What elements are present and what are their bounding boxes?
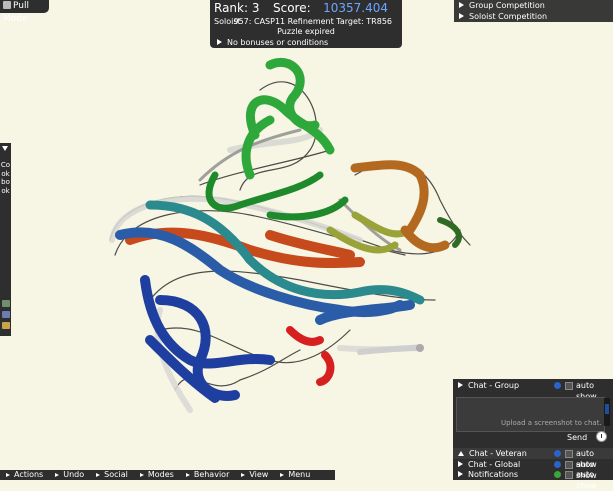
collapse-arrow-icon[interactable] [2,146,8,151]
auto-show-checkbox[interactable] [565,382,573,390]
chat-scrollbar[interactable] [604,398,610,426]
score-value: 10357.404 [323,1,388,15]
expand-arrow-icon [217,39,222,45]
chat-panel: Chat - Group auto show Upload a screensh… [453,379,613,490]
menu-undo[interactable]: Undo [55,470,84,480]
menu-undo-label: Undo [63,470,85,479]
send-button[interactable]: Send [567,433,587,442]
soloist-competition-label: Soloist Competition [469,12,548,21]
notification-icon[interactable] [554,471,561,478]
chat-group-label: Chat - Group [468,381,520,390]
soloist-competition-item[interactable]: Soloist Competition [454,11,613,22]
menu-actions-label: Actions [14,470,44,479]
competition-panel: Group Competition Soloist Competition [454,0,613,22]
upload-screenshot-hint[interactable]: Upload a screenshot to chat. [501,419,602,427]
auto-show-checkbox[interactable] [565,450,573,458]
expand-arrow-icon [458,471,463,477]
recipe-icon[interactable] [2,322,10,329]
expand-arrow-icon [185,473,190,477]
expand-arrow-icon [458,382,463,388]
chat-veteran-label: Chat - Veteran [469,449,527,458]
menu-view-label: View [249,470,269,479]
score-panel: Rank: 3 Score: 10357.404 Soloist 957: CA… [210,0,402,48]
expand-arrow-icon [459,13,464,19]
puzzle-status: Puzzle expired [277,27,335,36]
menu-menu-label: Menu [288,470,311,479]
expand-arrow-icon [55,473,60,477]
menu-social[interactable]: Social [96,470,128,480]
bonus-toggle[interactable]: No bonuses or conditions [217,38,328,47]
expand-arrow-icon [280,473,285,477]
chat-veteran-tab[interactable]: Chat - Veteran auto show [453,448,613,469]
cookbook-label: Cookbook [0,161,11,195]
menu-menu[interactable]: Menu [280,470,310,480]
auto-show-checkbox[interactable] [565,471,573,479]
pull-mode-icon [3,1,11,9]
info-icon[interactable] [554,382,561,389]
rank-label: Rank: 3 [214,1,260,15]
scrollbar-thumb[interactable] [605,404,609,414]
expand-arrow-icon [459,2,464,8]
auto-show-checkbox[interactable] [565,461,573,469]
expand-arrow-icon [241,473,246,477]
expand-arrow-icon [139,473,144,477]
auto-show-label: auto show [576,470,597,490]
expand-arrow-icon [96,473,101,477]
notifications-tab[interactable]: Notifications auto show [453,469,613,490]
bonus-label: No bonuses or conditions [227,38,329,47]
menu-behavior-label: Behavior [193,470,230,479]
menu-view[interactable]: View [241,470,268,480]
menu-actions[interactable]: Actions [6,470,43,480]
pull-mode-button[interactable]: Pull Mode [0,0,49,24]
cookbook-panel[interactable]: Cookbook [0,143,11,336]
group-competition-item[interactable]: Group Competition [454,0,613,11]
clock-icon[interactable] [596,431,607,442]
group-competition-label: Group Competition [469,1,545,10]
info-icon[interactable] [554,450,561,457]
expand-arrow-icon [458,461,463,467]
menu-modes-label: Modes [147,470,174,479]
expand-arrow-icon [6,473,10,477]
recipe-icon[interactable] [2,311,10,318]
chat-global-label: Chat - Global [468,460,521,469]
score-label: Score: [273,1,311,15]
info-icon[interactable] [554,461,561,468]
chat-group-tab[interactable]: Chat - Group auto show [453,380,613,401]
collapse-arrow-icon [458,451,464,456]
recipe-icon[interactable] [2,300,10,307]
notifications-label: Notifications [468,470,519,479]
menu-social-label: Social [104,470,128,479]
menu-behavior[interactable]: Behavior [185,470,230,480]
puzzle-title: 957: CASP11 Refinement Target: TR856 [233,17,392,26]
menu-modes[interactable]: Modes [139,470,174,480]
bottom-menu-bar: Actions Undo Social Modes Behavior View Menu [0,470,335,480]
